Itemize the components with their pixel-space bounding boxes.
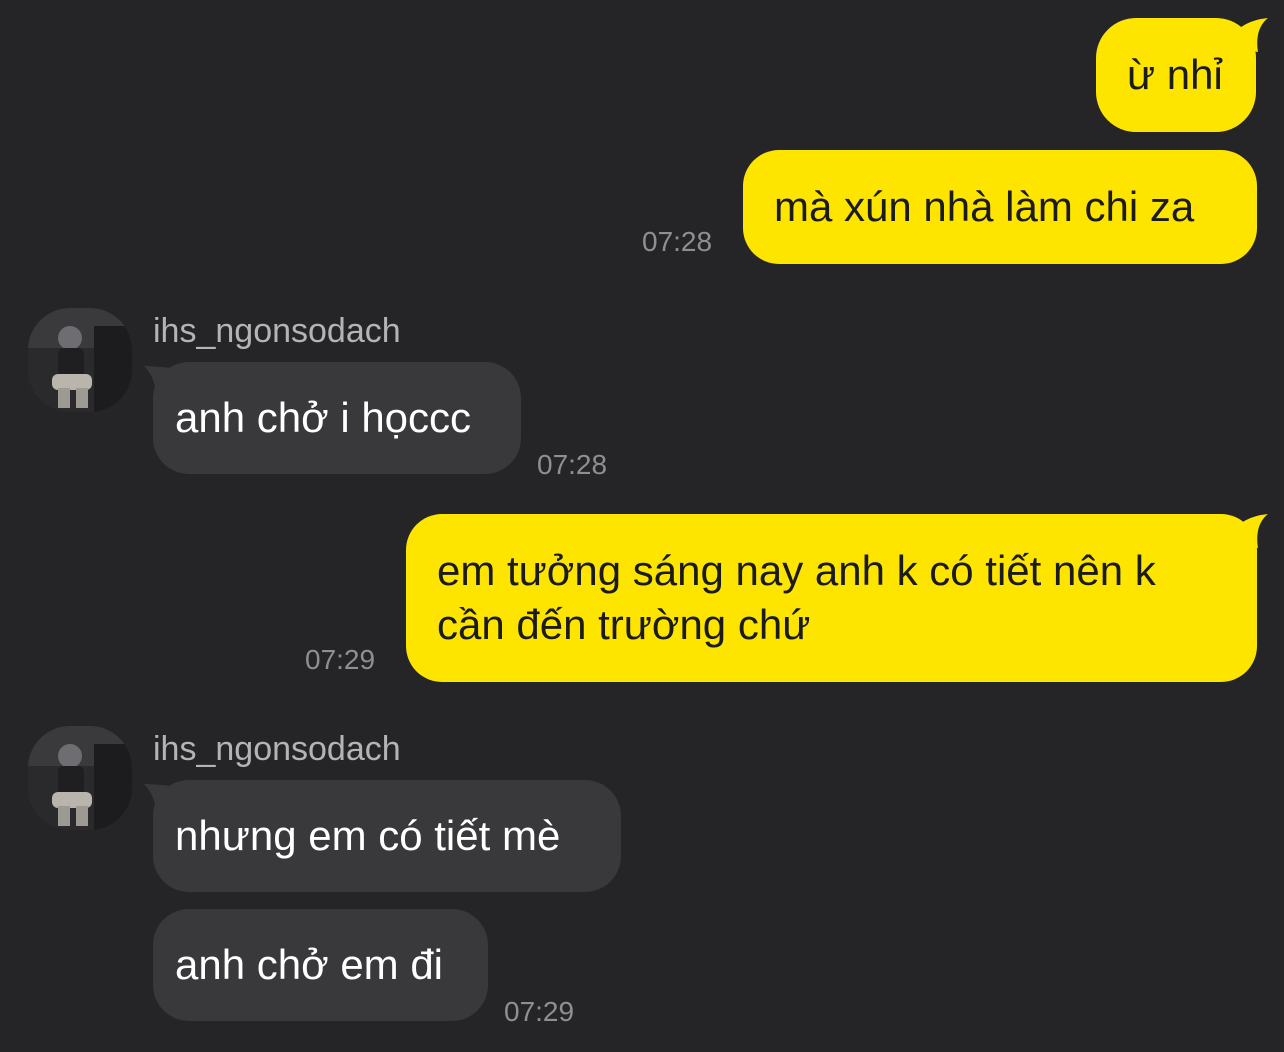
message-text: anh chở em đi (175, 941, 444, 988)
sender-avatar[interactable] (28, 308, 132, 412)
message-timestamp: 07:28 (537, 449, 608, 480)
incoming-message-bubble[interactable]: anh chở i họccc (153, 362, 521, 474)
message-text-line: cần đến trường chứ (437, 601, 811, 648)
message-text: ừ nhỉ (1127, 51, 1223, 98)
sender-avatar[interactable] (28, 726, 132, 830)
sender-name: ihs_ngonsodach (153, 730, 401, 768)
user-avatar-icon (28, 726, 132, 830)
outgoing-message-bubble[interactable]: em tưởng sáng nay anh k có tiết nên k cầ… (406, 514, 1257, 682)
outgoing-message-bubble[interactable]: mà xún nhà làm chi za (743, 150, 1257, 264)
message-timestamp: 07:29 (504, 996, 575, 1027)
message-text: mà xún nhà làm chi za (774, 183, 1195, 230)
user-avatar-icon (28, 308, 132, 412)
message-timestamp: 07:28 (642, 226, 713, 257)
sender-name: ihs_ngonsodach (153, 312, 401, 350)
incoming-message-bubble[interactable]: nhưng em có tiết mè (153, 780, 621, 892)
message-text: nhưng em có tiết mè (175, 812, 561, 859)
outgoing-message-bubble[interactable]: ừ nhỉ (1096, 18, 1256, 132)
message-text-line: em tưởng sáng nay anh k có tiết nên k (437, 547, 1156, 594)
incoming-message-bubble[interactable]: anh chở em đi (153, 909, 488, 1021)
message-text: anh chở i họccc (175, 394, 472, 441)
message-timestamp: 07:29 (305, 644, 376, 675)
